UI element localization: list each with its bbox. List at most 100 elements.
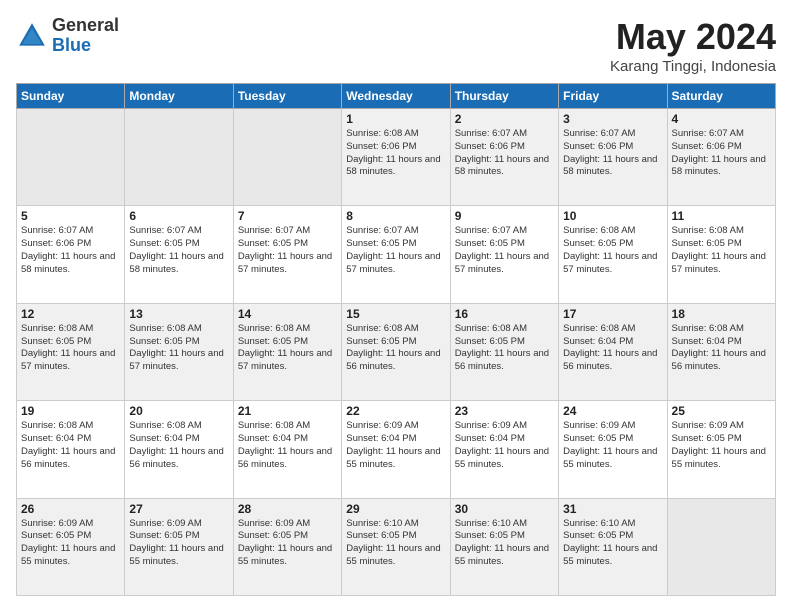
day-number: 12	[21, 307, 120, 321]
day-number: 25	[672, 404, 771, 418]
day-info: Sunrise: 6:08 AM Sunset: 6:05 PM Dayligh…	[346, 323, 445, 374]
day-info: Sunrise: 6:08 AM Sunset: 6:04 PM Dayligh…	[238, 420, 337, 471]
day-number: 21	[238, 404, 337, 418]
day-number: 8	[346, 209, 445, 223]
calendar-cell: 11 Sunrise: 6:08 AM Sunset: 6:05 PM Dayli…	[667, 206, 775, 303]
calendar-cell: 4Sunrise: 6:07 AM Sunset: 6:06 PM Daylig…	[667, 109, 775, 206]
calendar-week-row: 19Sunrise: 6:08 AM Sunset: 6:04 PM Dayli…	[17, 401, 776, 498]
weekday-header-row: SundayMondayTuesdayWednesdayThursdayFrid…	[17, 84, 776, 109]
day-info: Sunrise: 6:09 AM Sunset: 6:04 PM Dayligh…	[455, 420, 554, 471]
day-info: Sunrise: 6:07 AM Sunset: 6:06 PM Dayligh…	[563, 128, 662, 179]
calendar-cell: 30 Sunrise: 6:10 AM Sunset: 6:05 PM Dayli…	[450, 498, 558, 595]
weekday-header-monday: Monday	[125, 84, 233, 109]
logo-text: General Blue	[52, 16, 119, 56]
calendar-cell: 6Sunrise: 6:07 AM Sunset: 6:05 PM Daylig…	[125, 206, 233, 303]
day-number: 22	[346, 404, 445, 418]
calendar-cell: 29 Sunrise: 6:10 AM Sunset: 6:05 PM Dayli…	[342, 498, 450, 595]
day-number: 26	[21, 502, 120, 516]
day-info: Sunrise: 6:08 AM Sunset: 6:04 PM Dayligh…	[563, 323, 662, 374]
day-number: 24	[563, 404, 662, 418]
calendar-cell: 23 Sunrise: 6:09 AM Sunset: 6:04 PM Dayli…	[450, 401, 558, 498]
title-block: May 2024 Karang Tinggi, Indonesia	[610, 16, 776, 75]
calendar-cell: 8 Sunrise: 6:07 AM Sunset: 6:05 PM Daylig…	[342, 206, 450, 303]
day-info: Sunrise: 6:10 AM Sunset: 6:05 PM Dayligh…	[455, 518, 554, 569]
calendar-table: SundayMondayTuesdayWednesdayThursdayFrid…	[16, 83, 776, 596]
day-number: 9	[455, 209, 554, 223]
day-info: Sunrise: 6:08 AM Sunset: 6:04 PM Dayligh…	[129, 420, 228, 471]
calendar-cell: 12Sunrise: 6:08 AM Sunset: 6:05 PM Dayli…	[17, 303, 125, 400]
day-info: Sunrise: 6:08 AM Sunset: 6:05 PM Dayligh…	[238, 323, 337, 374]
calendar-week-row: 1 Sunrise: 6:08 AM Sunset: 6:06 PM Daylig…	[17, 109, 776, 206]
day-number: 5	[21, 209, 120, 223]
logo-icon	[16, 20, 48, 52]
calendar-cell: 19Sunrise: 6:08 AM Sunset: 6:04 PM Dayli…	[17, 401, 125, 498]
calendar-week-row: 5 Sunrise: 6:07 AM Sunset: 6:06 PM Daylig…	[17, 206, 776, 303]
day-info: Sunrise: 6:07 AM Sunset: 6:05 PM Dayligh…	[455, 225, 554, 276]
day-info: Sunrise: 6:08 AM Sunset: 6:04 PM Dayligh…	[21, 420, 120, 471]
page: General Blue May 2024 Karang Tinggi, Ind…	[0, 0, 792, 612]
day-info: Sunrise: 6:09 AM Sunset: 6:05 PM Dayligh…	[238, 518, 337, 569]
calendar-title: May 2024	[610, 16, 776, 58]
day-number: 23	[455, 404, 554, 418]
day-info: Sunrise: 6:09 AM Sunset: 6:05 PM Dayligh…	[672, 420, 771, 471]
day-info: Sunrise: 6:08 AM Sunset: 6:05 PM Dayligh…	[672, 225, 771, 276]
day-info: Sunrise: 6:08 AM Sunset: 6:04 PM Dayligh…	[672, 323, 771, 374]
day-number: 18	[672, 307, 771, 321]
calendar-cell: 13Sunrise: 6:08 AM Sunset: 6:05 PM Dayli…	[125, 303, 233, 400]
calendar-cell: 17 Sunrise: 6:08 AM Sunset: 6:04 PM Dayli…	[559, 303, 667, 400]
day-number: 10	[563, 209, 662, 223]
day-info: Sunrise: 6:09 AM Sunset: 6:04 PM Dayligh…	[346, 420, 445, 471]
calendar-cell: 27 Sunrise: 6:09 AM Sunset: 6:05 PM Dayli…	[125, 498, 233, 595]
calendar-cell	[17, 109, 125, 206]
day-number: 20	[129, 404, 228, 418]
day-info: Sunrise: 6:07 AM Sunset: 6:05 PM Dayligh…	[238, 225, 337, 276]
calendar-cell: 20 Sunrise: 6:08 AM Sunset: 6:04 PM Dayli…	[125, 401, 233, 498]
calendar-cell	[125, 109, 233, 206]
calendar-cell: 2Sunrise: 6:07 AM Sunset: 6:06 PM Daylig…	[450, 109, 558, 206]
day-number: 28	[238, 502, 337, 516]
day-number: 1	[346, 112, 445, 126]
calendar-cell: 22 Sunrise: 6:09 AM Sunset: 6:04 PM Dayli…	[342, 401, 450, 498]
day-info: Sunrise: 6:07 AM Sunset: 6:06 PM Dayligh…	[21, 225, 120, 276]
calendar-week-row: 12 Sunrise: 6:08 AM Sunset: 6:05 PM Dayli…	[17, 303, 776, 400]
weekday-header-thursday: Thursday	[450, 84, 558, 109]
day-info: Sunrise: 6:08 AM Sunset: 6:06 PM Dayligh…	[346, 128, 445, 179]
calendar-cell: 3 Sunrise: 6:07 AM Sunset: 6:06 PM Daylig…	[559, 109, 667, 206]
day-number: 29	[346, 502, 445, 516]
calendar-cell: 28 Sunrise: 6:09 AM Sunset: 6:05 PM Dayli…	[233, 498, 341, 595]
day-info: Sunrise: 6:09 AM Sunset: 6:05 PM Dayligh…	[129, 518, 228, 569]
calendar-week-row: 26 Sunrise: 6:09 AM Sunset: 6:05 PM Dayli…	[17, 498, 776, 595]
day-number: 27	[129, 502, 228, 516]
calendar-cell: 5 Sunrise: 6:07 AM Sunset: 6:06 PM Daylig…	[17, 206, 125, 303]
day-number: 16	[455, 307, 554, 321]
day-info: Sunrise: 6:09 AM Sunset: 6:05 PM Dayligh…	[563, 420, 662, 471]
day-info: Sunrise: 6:08 AM Sunset: 6:05 PM Dayligh…	[455, 323, 554, 374]
day-info: Sunrise: 6:10 AM Sunset: 6:05 PM Dayligh…	[346, 518, 445, 569]
calendar-cell: 15 Sunrise: 6:08 AM Sunset: 6:05 PM Dayli…	[342, 303, 450, 400]
day-info: Sunrise: 6:10 AM Sunset: 6:05 PM Dayligh…	[563, 518, 662, 569]
day-number: 30	[455, 502, 554, 516]
day-number: 11	[672, 209, 771, 223]
weekday-header-tuesday: Tuesday	[233, 84, 341, 109]
day-info: Sunrise: 6:07 AM Sunset: 6:05 PM Dayligh…	[346, 225, 445, 276]
weekday-header-sunday: Sunday	[17, 84, 125, 109]
calendar-cell: 25 Sunrise: 6:09 AM Sunset: 6:05 PM Dayli…	[667, 401, 775, 498]
calendar-cell: 16 Sunrise: 6:08 AM Sunset: 6:05 PM Dayli…	[450, 303, 558, 400]
calendar-cell: 21 Sunrise: 6:08 AM Sunset: 6:04 PM Dayli…	[233, 401, 341, 498]
calendar-cell: 10Sunrise: 6:08 AM Sunset: 6:05 PM Dayli…	[559, 206, 667, 303]
day-number: 7	[238, 209, 337, 223]
day-number: 17	[563, 307, 662, 321]
weekday-header-saturday: Saturday	[667, 84, 775, 109]
calendar-cell	[233, 109, 341, 206]
calendar-cell: 9 Sunrise: 6:07 AM Sunset: 6:05 PM Daylig…	[450, 206, 558, 303]
calendar-cell: 1 Sunrise: 6:08 AM Sunset: 6:06 PM Daylig…	[342, 109, 450, 206]
logo-blue: Blue	[52, 36, 119, 56]
day-number: 15	[346, 307, 445, 321]
logo: General Blue	[16, 16, 119, 56]
calendar-cell: 18 Sunrise: 6:08 AM Sunset: 6:04 PM Dayli…	[667, 303, 775, 400]
calendar-cell: 31Sunrise: 6:10 AM Sunset: 6:05 PM Dayli…	[559, 498, 667, 595]
calendar-cell: 26Sunrise: 6:09 AM Sunset: 6:05 PM Dayli…	[17, 498, 125, 595]
weekday-header-friday: Friday	[559, 84, 667, 109]
calendar-cell	[667, 498, 775, 595]
day-number: 3	[563, 112, 662, 126]
